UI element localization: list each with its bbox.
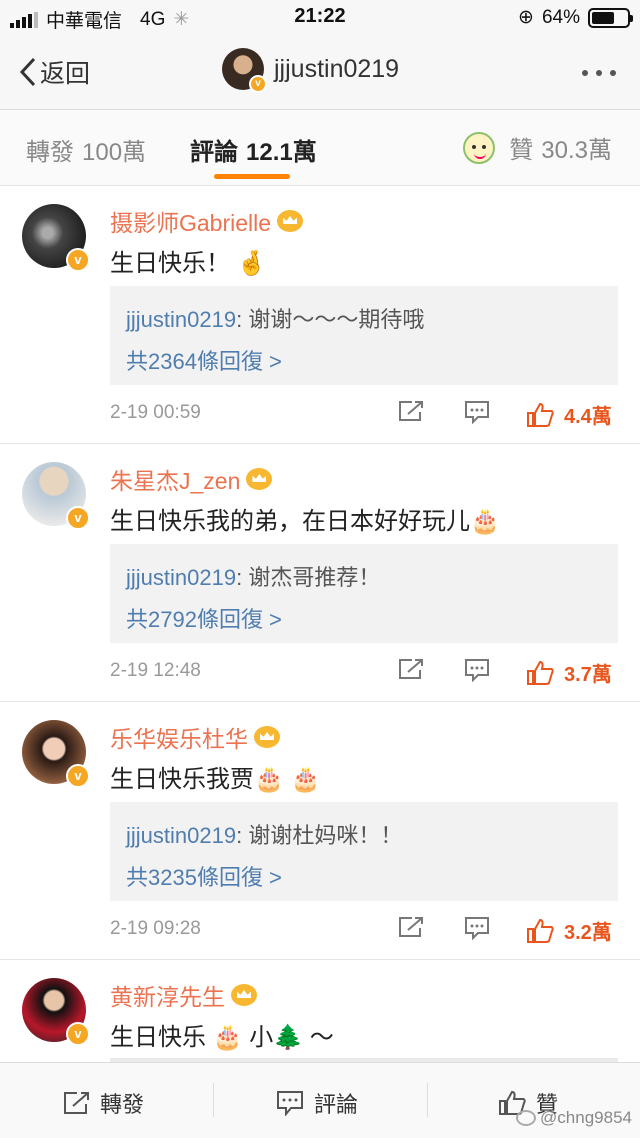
like-button[interactable]: 3.7萬 xyxy=(526,658,612,687)
tab-label: 評論 xyxy=(190,139,238,166)
crown-icon xyxy=(254,726,280,748)
comment-author[interactable]: 朱星杰J_zen xyxy=(110,462,273,496)
verified-badge-icon: v xyxy=(249,75,267,93)
back-label: 返回 xyxy=(40,60,91,88)
watermark: @chng9854 xyxy=(516,1108,632,1128)
comment-list: v 摄影师Gabrielle 生日快乐！ 🤞 jjjustin0219: 谢谢～… xyxy=(0,186,640,1062)
active-tab-indicator xyxy=(214,174,290,179)
more-dots-icon[interactable] xyxy=(582,70,616,76)
tab-likes[interactable]: 贊 30.3萬 xyxy=(463,130,612,165)
share-icon[interactable] xyxy=(398,658,424,685)
comment-item: v 摄影师Gabrielle 生日快乐！ 🤞 jjjustin0219: 谢谢～… xyxy=(0,186,640,444)
like-count: 3.2萬 xyxy=(564,922,612,944)
verified-badge-icon: v xyxy=(66,764,90,788)
thumbs-up-icon xyxy=(527,402,554,427)
comment-item: v 朱星杰J_zen 生日快乐我的弟，在日本好好玩儿🎂 jjjustin0219… xyxy=(0,444,640,702)
verified-badge-icon: v xyxy=(66,248,90,272)
crown-icon xyxy=(246,468,273,490)
status-bar: 中華電信 4G ✳ 21:22 ⊕ 64% xyxy=(0,0,640,36)
comment-icon xyxy=(277,1091,303,1116)
cake-icon: 🎂 xyxy=(470,508,500,535)
comment-item: v 黄新淳先生 生日快乐 🎂 小🌲 ～ xyxy=(0,960,640,1062)
reply-preview[interactable]: jjjustin0219: 谢杰哥推荐！ 共2792條回復 > xyxy=(110,544,618,643)
hand-emoji-icon: 🤞 xyxy=(236,250,267,277)
tab-label: 轉發 xyxy=(26,139,74,166)
like-count: 4.4萬 xyxy=(564,406,612,428)
battery-percent: 64% xyxy=(541,6,580,28)
repost-button[interactable]: 轉發 xyxy=(62,1087,144,1119)
tab-count: 12.1萬 xyxy=(246,139,317,166)
avatar[interactable]: v xyxy=(22,204,90,272)
verified-badge-icon: v xyxy=(66,1022,90,1046)
comment-text: 生日快乐！ 🤞 xyxy=(110,250,267,277)
view-replies-link[interactable]: 共2364條回復 > xyxy=(126,344,282,376)
tab-label: 贊 xyxy=(509,137,534,164)
smiley-icon xyxy=(463,131,496,164)
comment-icon[interactable] xyxy=(464,658,490,687)
reply-line: jjjustin0219: 谢谢杜妈咪！！ xyxy=(126,823,403,848)
avatar[interactable]: v xyxy=(222,48,267,93)
comment-text: 生日快乐 🎂 小🌲 ～ xyxy=(110,1024,334,1051)
comment-item: v 乐华娱乐杜华 生日快乐我贾🎂 🎂 jjjustin0219: 谢谢杜妈咪！！… xyxy=(0,702,640,960)
orientation-lock-icon: ⊕ xyxy=(518,7,534,28)
view-replies-link[interactable]: 共3235條回復 > xyxy=(126,860,282,892)
reply-line: jjjustin0219: 谢谢～～～期待哦 xyxy=(126,307,425,332)
comment-author[interactable]: 摄影师Gabrielle xyxy=(110,204,304,238)
share-icon xyxy=(64,1092,89,1114)
repost-label: 轉發 xyxy=(100,1092,145,1117)
page-title: jjjustin0219 xyxy=(274,54,400,83)
avatar[interactable]: v xyxy=(22,978,90,1046)
comment-icon[interactable] xyxy=(464,916,490,945)
view-replies-link[interactable]: 共2792條回復 > xyxy=(126,602,282,634)
bottom-toolbar: 轉發 評論 贊 @chng9854 xyxy=(0,1062,640,1138)
reply-line: jjjustin0219: 谢杰哥推荐！ xyxy=(126,565,381,590)
reply-preview[interactable]: jjjustin0219: 谢谢～～～期待哦 共2364條回復 > xyxy=(110,286,618,385)
comment-icon[interactable] xyxy=(464,400,490,429)
like-button[interactable]: 4.4萬 xyxy=(526,400,612,429)
like-button[interactable]: 3.2萬 xyxy=(526,916,612,945)
comment-label: 評論 xyxy=(314,1092,359,1117)
like-count: 3.7萬 xyxy=(564,664,612,686)
verified-badge-icon: v xyxy=(66,506,90,530)
tab-count: 100萬 xyxy=(82,139,147,166)
chevron-left-icon xyxy=(19,57,36,87)
share-icon[interactable] xyxy=(398,400,424,427)
avatar[interactable]: v xyxy=(22,462,90,530)
reply-preview[interactable]: jjjustin0219: 谢谢杜妈咪！！ 共3235條回復 > xyxy=(110,802,618,901)
comment-timestamp: 2-19 09:28 xyxy=(110,918,201,939)
divider xyxy=(427,1083,428,1117)
tab-comments[interactable]: 評論 12.1萬 xyxy=(190,132,317,167)
battery-icon xyxy=(588,7,633,28)
cake-icon: 🎂 🎂 xyxy=(254,766,321,793)
comment-author[interactable]: 黄新淳先生 xyxy=(110,978,257,1012)
weibo-logo-icon xyxy=(516,1110,537,1126)
crown-icon xyxy=(277,210,304,232)
share-icon[interactable] xyxy=(398,916,424,943)
tab-count: 30.3萬 xyxy=(541,137,612,164)
thumbs-up-icon xyxy=(527,918,554,943)
nav-bar: 返回 v jjjustin0219 xyxy=(0,36,640,110)
avatar[interactable]: v xyxy=(22,720,90,788)
tab-bar: 轉發 100萬 評論 12.1萬 贊 30.3萬 xyxy=(0,110,640,186)
comment-timestamp: 2-19 12:48 xyxy=(110,660,201,681)
profile-header[interactable]: v jjjustin0219 xyxy=(222,48,400,93)
comment-button[interactable]: 評論 xyxy=(276,1087,358,1119)
comment-author[interactable]: 乐华娱乐杜华 xyxy=(110,720,280,754)
crown-icon xyxy=(231,984,257,1006)
comment-timestamp: 2-19 00:59 xyxy=(110,402,201,423)
comment-text: 生日快乐我的弟，在日本好好玩儿🎂 xyxy=(110,508,500,535)
comment-text: 生日快乐我贾🎂 🎂 xyxy=(110,766,321,793)
thumbs-up-icon xyxy=(527,660,554,685)
tab-reposts[interactable]: 轉發 100萬 xyxy=(26,132,146,167)
back-button[interactable]: 返回 xyxy=(18,54,90,90)
divider xyxy=(213,1083,214,1117)
